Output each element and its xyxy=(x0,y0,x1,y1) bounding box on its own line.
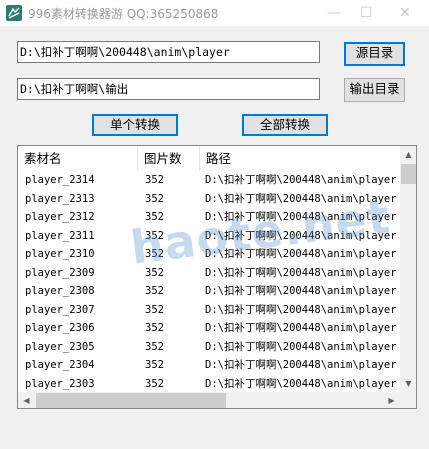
vertical-scrollbar[interactable]: ▲ ▼ xyxy=(400,146,416,392)
cell-name: player_2310 xyxy=(25,248,95,260)
window-title: 996素材转换器游 QQ:365250868 xyxy=(28,7,219,21)
list-item[interactable]: player_2313 352 D:\扣补丁啊啊\200448\anim\playe… xyxy=(18,190,400,209)
column-header-name[interactable]: 素材名 xyxy=(18,146,138,171)
list-item[interactable]: player_2314 352 D:\扣补丁啊啊\200448\anim\playe… xyxy=(18,171,400,190)
source-path-field[interactable]: D:\扣补丁啊啊\200448\anim\player xyxy=(17,41,320,63)
cell-name: player_2309 xyxy=(25,266,95,279)
cell-count: 352 xyxy=(145,359,164,371)
title-bar: 996素材转换器游 QQ:365250868 — ☐ ✕ xyxy=(0,0,429,26)
list-item[interactable]: player_2308 352 D:\扣补丁啊啊\200448\anim\playe… xyxy=(18,282,400,301)
cell-name: player_2304 xyxy=(25,359,95,371)
cell-count: 352 xyxy=(145,192,164,205)
cell-name: player_2314 xyxy=(25,174,95,186)
list-item[interactable]: player_2307 352 D:\扣补丁啊啊\200448\anim\playe… xyxy=(18,301,400,320)
app-icon xyxy=(6,5,22,21)
close-icon[interactable]: ✕ xyxy=(389,0,421,26)
cell-count: 352 xyxy=(145,229,164,242)
list-header: 素材名 图片数 路径 xyxy=(18,146,400,171)
list-item[interactable]: player_2311 352 D:\扣补丁啊啊\200448\anim\playe… xyxy=(18,227,400,246)
cell-path: D:\扣补丁啊啊\200448\anim\player xyxy=(205,359,397,371)
scroll-left-icon[interactable]: ◀ xyxy=(18,392,35,408)
scroll-right-icon[interactable]: ▶ xyxy=(383,392,400,408)
cell-count: 352 xyxy=(145,377,164,390)
list-rows: player_2314 352 D:\扣补丁啊啊\200448\anim\playe… xyxy=(18,171,400,408)
list-item[interactable]: player_2312 352 D:\扣补丁啊啊\200448\anim\playe… xyxy=(18,208,400,227)
cell-count: 352 xyxy=(145,285,164,297)
horizontal-scrollbar[interactable]: ◀ ▶ xyxy=(18,392,400,408)
output-path-field[interactable]: D:\扣补丁啊啊\输出 xyxy=(17,78,320,100)
material-list[interactable]: 素材名 图片数 路径 player_2314 352 D:\扣补丁啊啊\200448… xyxy=(17,145,417,409)
cell-count: 352 xyxy=(145,211,164,223)
cell-count: 352 xyxy=(145,174,164,186)
cell-path: D:\扣补丁啊啊\200448\anim\player xyxy=(205,285,397,297)
cell-count: 352 xyxy=(145,266,164,279)
cell-name: player_2306 xyxy=(25,322,95,334)
output-dir-button[interactable]: 输出目录 xyxy=(344,78,405,102)
cell-count: 352 xyxy=(145,303,164,316)
cell-count: 352 xyxy=(145,340,164,353)
cell-name: player_2307 xyxy=(25,303,95,316)
cell-path: D:\扣补丁啊啊\200448\anim\player xyxy=(205,192,397,205)
scroll-corner xyxy=(400,392,416,408)
cell-path: D:\扣补丁啊啊\200448\anim\player xyxy=(205,340,397,353)
cell-name: player_2303 xyxy=(25,377,95,390)
list-item[interactable]: player_2303 352 D:\扣补丁啊啊\200448\anim\playe… xyxy=(18,375,400,394)
list-item[interactable]: player_2310 352 D:\扣补丁啊啊\200448\anim\playe… xyxy=(18,245,400,264)
cell-path: D:\扣补丁啊啊\200448\anim\player xyxy=(205,303,397,316)
cell-name: player_2312 xyxy=(25,211,95,223)
cell-path: D:\扣补丁啊啊\200448\anim\player xyxy=(205,211,397,223)
cell-path: D:\扣补丁啊啊\200448\anim\player xyxy=(205,174,397,186)
source-dir-button[interactable]: 源目录 xyxy=(344,42,405,66)
cell-path: D:\扣补丁啊啊\200448\anim\player xyxy=(205,322,397,334)
convert-all-button[interactable]: 全部转换 xyxy=(242,114,328,136)
maximize-icon[interactable]: ☐ xyxy=(350,0,382,26)
list-item[interactable]: player_2306 352 D:\扣补丁啊啊\200448\anim\playe… xyxy=(18,319,400,338)
column-header-path[interactable]: 路径 xyxy=(200,146,400,171)
horizontal-scroll-thumb[interactable] xyxy=(36,393,226,408)
cell-count: 352 xyxy=(145,322,164,334)
list-item[interactable]: player_2305 352 D:\扣补丁啊啊\200448\anim\playe… xyxy=(18,338,400,357)
scroll-up-icon[interactable]: ▲ xyxy=(400,146,416,163)
cell-path: D:\扣补丁啊啊\200448\anim\player xyxy=(205,248,397,260)
cell-path: D:\扣补丁啊啊\200448\anim\player xyxy=(205,266,397,279)
vertical-scroll-thumb[interactable] xyxy=(401,164,416,184)
single-convert-button[interactable]: 单个转换 xyxy=(92,114,178,136)
cell-path: D:\扣补丁啊啊\200448\anim\player xyxy=(205,229,397,242)
cell-name: player_2311 xyxy=(25,229,95,242)
cell-name: player_2308 xyxy=(25,285,95,297)
cell-path: D:\扣补丁啊啊\200448\anim\player xyxy=(205,377,397,390)
scroll-down-icon[interactable]: ▼ xyxy=(400,375,416,392)
list-item[interactable]: player_2309 352 D:\扣补丁啊啊\200448\anim\playe… xyxy=(18,264,400,283)
cell-name: player_2313 xyxy=(25,192,95,205)
cell-count: 352 xyxy=(145,248,164,260)
column-header-count[interactable]: 图片数 xyxy=(138,146,200,171)
list-item[interactable]: player_2304 352 D:\扣补丁啊啊\200448\anim\playe… xyxy=(18,356,400,375)
minimize-icon[interactable]: — xyxy=(318,0,350,26)
cell-name: player_2305 xyxy=(25,340,95,353)
